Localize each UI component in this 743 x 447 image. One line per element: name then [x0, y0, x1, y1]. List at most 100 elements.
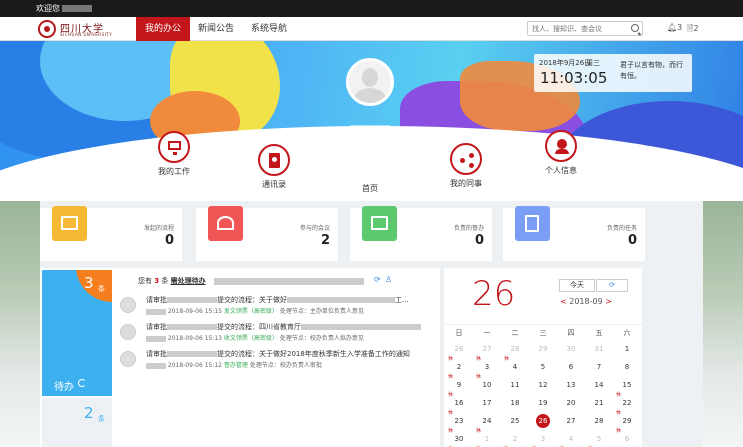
calendar-refresh-button[interactable]: ⟳: [596, 279, 628, 292]
calendar-day[interactable]: 23 休: [445, 417, 473, 435]
calendar-day[interactable]: 2休: [445, 363, 473, 381]
refresh-icon[interactable]: [78, 379, 86, 387]
bell-icon[interactable]: 🔔︎3: [667, 23, 682, 32]
calendar-day[interactable]: 30: [557, 345, 585, 363]
calendar-day[interactable]: 9休: [445, 381, 473, 399]
calendar-day[interactable]: 2休: [501, 435, 529, 447]
person-icon[interactable]: ♙: [385, 275, 392, 284]
calendar-day[interactable]: 31: [585, 345, 613, 363]
calendar-day[interactable]: 11: [501, 381, 529, 399]
stat-card-tasks[interactable]: 负责的任务 0: [503, 206, 645, 261]
calendar-day[interactable]: 17: [473, 399, 501, 417]
refresh-icon[interactable]: ⟳: [374, 275, 381, 284]
calendar-day[interactable]: 27 休: [473, 345, 501, 363]
calendar-day[interactable]: 18: [501, 399, 529, 417]
todo-item[interactable]: 请审批 提交的流程：四川省教育厅 2018-09-06 15:13 收文领票（高密…: [120, 322, 435, 348]
calendar-day[interactable]: 29: [529, 345, 557, 363]
nav-news[interactable]: 新闻公告: [189, 17, 243, 41]
redacted-text: [146, 335, 166, 342]
university-logo[interactable]: 四川大学 SICHUAN UNIVERSITY: [38, 20, 128, 38]
calendar-day[interactable]: 1: [613, 345, 641, 363]
calendar-day[interactable]: 12: [529, 381, 557, 399]
search-icon[interactable]: [631, 24, 639, 32]
calendar-grid: 日一二三四五六 26 休 27 休 28 休 29 30 31 1 2 休 3 休 4 5 6 7 8 9 休 10 11 12…: [444, 324, 642, 447]
calendar-day[interactable]: 28: [585, 417, 613, 435]
nav-system[interactable]: 系统导航: [242, 17, 296, 41]
todo-meta: 2018-09-06 15:15 发文领票（高密级） 处理节点：主办单位负责人意…: [146, 306, 364, 315]
day-number: 4: [512, 363, 518, 371]
rest-day-label: 休: [476, 374, 482, 380]
search-input[interactable]: [528, 22, 628, 35]
calendar-day[interactable]: 25: [501, 417, 529, 435]
calendar-day[interactable]: 13: [557, 381, 585, 399]
calendar-day[interactable]: 8: [613, 363, 641, 381]
share-icon: [460, 153, 474, 168]
quick-profile[interactable]: 个人信息: [545, 130, 577, 176]
rest-day-label: 休: [448, 410, 454, 416]
calendar-day[interactable]: 27: [557, 417, 585, 435]
calendar-day[interactable]: 14: [585, 381, 613, 399]
today-button[interactable]: 今天: [559, 279, 595, 292]
quick-label: 通讯录: [262, 180, 286, 189]
day-number: 2: [512, 435, 518, 443]
calendar-day[interactable]: 1休: [473, 435, 501, 447]
monitor-icon: [61, 216, 78, 230]
todo-link[interactable]: 需处理待办: [171, 277, 206, 285]
stat-card-supervision[interactable]: 负责的督办 0: [350, 206, 492, 261]
redacted-text: [167, 351, 217, 357]
calendar-day[interactable]: 6: [557, 363, 585, 381]
calendar-day[interactable]: 4: [501, 363, 529, 381]
todo-tab[interactable]: 3 条 待办: [42, 270, 112, 396]
search-box[interactable]: [527, 21, 643, 36]
stat-icon-bg: [208, 206, 243, 241]
user-icon: [555, 139, 569, 154]
quick-home[interactable]: 首页: [354, 148, 386, 194]
stat-title: 负责的督办: [453, 225, 484, 232]
calendar-day[interactable]: 20: [557, 399, 585, 417]
todo-item[interactable]: 请审批 提交的流程：关于做好 工... 2018-09-06 15:15 发文领票（…: [120, 295, 435, 321]
day-number: 15: [622, 381, 632, 389]
quick-colleagues[interactable]: 我的同事: [450, 143, 482, 189]
calendar-big-day: 26: [472, 274, 516, 314]
todo-item[interactable]: 请审批 提交的流程：关于做好2018年度秋季新生入学准备工作的通知 2018-09…: [120, 349, 435, 375]
stat-card-initiated-flows[interactable]: 发起的流程 0: [40, 206, 182, 261]
quick-contacts[interactable]: 通讯录: [258, 144, 290, 190]
stat-card-meetings[interactable]: 参与的会议 2: [196, 206, 338, 261]
calendar-day[interactable]: 4休: [557, 435, 585, 447]
next-month-icon[interactable]: >: [605, 297, 612, 306]
stat-icon-bg: [52, 206, 87, 241]
calendar-day[interactable]: 16 休: [445, 399, 473, 417]
calendar-day[interactable]: 5休: [585, 435, 613, 447]
calendar-day[interactable]: 28 休: [501, 345, 529, 363]
weekday-header: 六: [623, 329, 631, 337]
welcome-text: 欢迎您: [36, 4, 60, 13]
second-tab[interactable]: 2 条: [42, 398, 112, 447]
calendar-day[interactable]: 30休: [445, 435, 473, 447]
calendar-day[interactable]: 29 休: [613, 417, 641, 435]
calendar-day[interactable]: 26: [529, 414, 557, 435]
user-avatar[interactable]: [346, 58, 394, 106]
calendar-day[interactable]: 24 休: [473, 417, 501, 435]
nav-my-office[interactable]: 我的办公: [136, 17, 191, 41]
quick-my-work[interactable]: 我的工作: [158, 131, 190, 177]
redacted-text: [167, 324, 217, 330]
calendar-day[interactable]: 3休: [529, 435, 557, 447]
todo-header: 您有 3 条 需处理待办: [138, 276, 364, 286]
day-number: 6: [624, 435, 630, 443]
people-icon: [217, 216, 234, 230]
calendar-day[interactable]: 3休: [473, 363, 501, 381]
calendar-day[interactable]: 15 休: [613, 381, 641, 399]
calendar-day[interactable]: 10: [473, 381, 501, 399]
calendar-day[interactable]: 21: [585, 399, 613, 417]
calendar-day[interactable]: 7: [585, 363, 613, 381]
calendar-day[interactable]: 26 休: [445, 345, 473, 363]
day-number: 30: [566, 345, 576, 353]
todo-tab-label: 待办: [54, 382, 74, 393]
month-switcher: < 2018-09 >: [560, 297, 612, 306]
document-icon[interactable]: 🗎︎2: [687, 23, 699, 37]
calendar-day[interactable]: 22 休: [613, 399, 641, 417]
calendar-day[interactable]: 6: [613, 435, 641, 447]
avatar: [120, 324, 136, 340]
prev-month-icon[interactable]: <: [560, 297, 567, 306]
calendar-day[interactable]: 5: [529, 363, 557, 381]
